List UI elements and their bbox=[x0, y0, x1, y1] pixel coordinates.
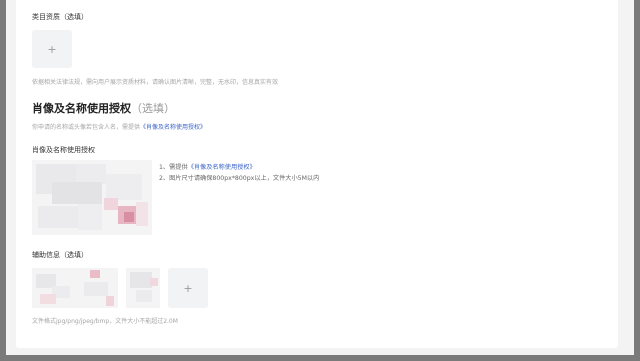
auxiliary-upload-button[interactable]: + bbox=[168, 268, 208, 308]
authorization-sample-image bbox=[32, 160, 152, 235]
portrait-desc-text: 你申请的名称或头像若包含人名，需提供 bbox=[32, 124, 141, 131]
requirement-1-text: 1、需提供 bbox=[159, 164, 188, 171]
category-qualification-hint: 依据相关法律法规，需向用户展示资质材料，请确认图片清晰，完整，无水印，信息真实有… bbox=[32, 79, 279, 86]
portrait-field-label: 肖像及名称使用授权 bbox=[32, 146, 95, 154]
auxiliary-info-hint: 文件格式jpg/png/jpeg/bmp，文件大小不能超过2.0M bbox=[32, 318, 178, 325]
auxiliary-thumbnail[interactable] bbox=[126, 268, 160, 308]
plus-icon: + bbox=[183, 281, 193, 295]
auxiliary-info-label: 辅助信息（选填） bbox=[32, 251, 88, 259]
page-frame: 类目资质（选填） + 依据相关法律法规，需向用户展示资质材料，请确认图片清晰，完… bbox=[6, 0, 634, 355]
requirement-authorization-link[interactable]: 《肖像及名称使用授权》 bbox=[188, 164, 256, 171]
plus-icon: + bbox=[47, 42, 57, 56]
portrait-title-text: 肖像及名称使用授权 bbox=[32, 102, 131, 115]
form-card: 类目资质（选填） + 依据相关法律法规，需向用户展示资质材料，请确认图片清晰，完… bbox=[16, 0, 618, 348]
requirement-line-1: 1、需提供《肖像及名称使用授权》 bbox=[159, 162, 334, 173]
auxiliary-thumbnail[interactable] bbox=[32, 268, 78, 308]
auxiliary-thumbnail[interactable] bbox=[78, 268, 118, 308]
portrait-section-title: 肖像及名称使用授权（选填） bbox=[32, 100, 175, 116]
requirement-line-2: 2、图片尺寸请确保800px*800px以上，文件大小5M以内 bbox=[159, 175, 320, 182]
portrait-description: 你申请的名称或头像若包含人名，需提供《肖像及名称使用授权》 bbox=[32, 122, 206, 131]
category-qualification-label: 类目资质（选填） bbox=[32, 13, 88, 21]
category-upload-button[interactable]: + bbox=[32, 30, 72, 68]
portrait-optional-tag: （选填） bbox=[131, 102, 175, 115]
portrait-authorization-link[interactable]: 《肖像及名称使用授权》 bbox=[140, 124, 206, 131]
portrait-requirements: 1、需提供《肖像及名称使用授权》 2、图片尺寸请确保800px*800px以上，… bbox=[159, 162, 334, 184]
